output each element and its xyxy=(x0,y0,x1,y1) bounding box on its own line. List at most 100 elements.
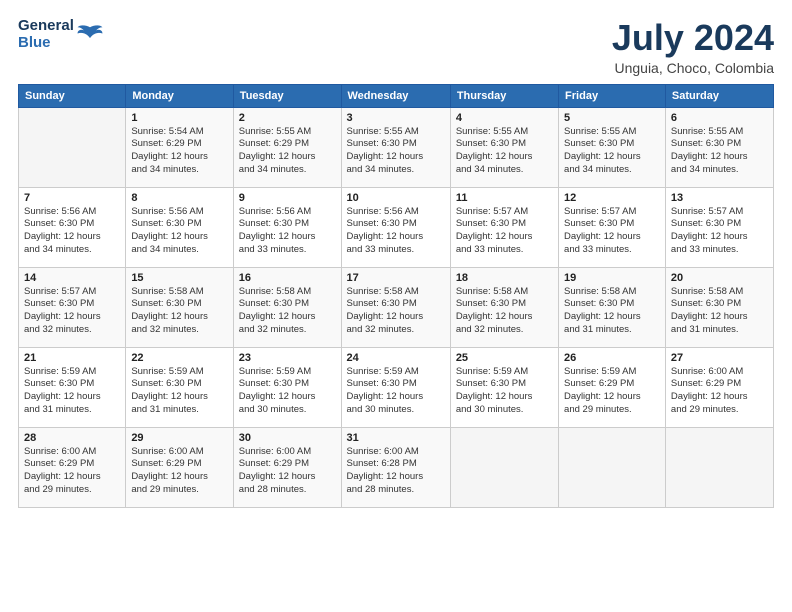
calendar-cell: 29 Sunrise: 6:00 AM Sunset: 6:29 PM Dayli… xyxy=(126,427,233,507)
day-info: Sunrise: 5:56 AM Sunset: 6:30 PM Dayligh… xyxy=(24,206,120,257)
day-number: 26 xyxy=(564,352,660,364)
title-block: July 2024 Unguia, Choco, Colombia xyxy=(612,18,774,76)
day-info: Sunrise: 5:55 AM Sunset: 6:29 PM Dayligh… xyxy=(239,126,336,177)
calendar-week-1: 1 Sunrise: 5:54 AM Sunset: 6:29 PM Daylig… xyxy=(19,107,774,187)
calendar-cell: 25 Sunrise: 5:59 AM Sunset: 6:30 PM Dayli… xyxy=(450,347,558,427)
calendar-cell: 26 Sunrise: 5:59 AM Sunset: 6:29 PM Dayli… xyxy=(559,347,666,427)
day-info: Sunrise: 5:57 AM Sunset: 6:30 PM Dayligh… xyxy=(564,206,660,257)
logo-bird-icon xyxy=(76,24,104,46)
day-info: Sunrise: 5:59 AM Sunset: 6:29 PM Dayligh… xyxy=(564,366,660,417)
day-info: Sunrise: 5:55 AM Sunset: 6:30 PM Dayligh… xyxy=(456,126,553,177)
day-number: 10 xyxy=(347,192,445,204)
calendar-week-5: 28Sunrise: 6:00 AM Sunset: 6:29 PM Dayli… xyxy=(19,427,774,507)
calendar-cell: 9 Sunrise: 5:56 AM Sunset: 6:30 PM Daylig… xyxy=(233,187,341,267)
calendar-cell: 24Sunrise: 5:59 AM Sunset: 6:30 PM Dayli… xyxy=(341,347,450,427)
day-info: Sunrise: 5:57 AM Sunset: 6:30 PM Dayligh… xyxy=(671,206,768,257)
day-number: 16 xyxy=(239,272,336,284)
day-number: 21 xyxy=(24,352,120,364)
calendar-cell: 31 Sunrise: 6:00 AM Sunset: 6:28 PM Dayli… xyxy=(341,427,450,507)
calendar-cell: 17Sunrise: 5:58 AM Sunset: 6:30 PM Dayli… xyxy=(341,267,450,347)
logo: General Blue xyxy=(18,18,104,51)
day-number: 14 xyxy=(24,272,120,284)
day-number: 5 xyxy=(564,112,660,124)
day-info: Sunrise: 6:00 AM Sunset: 6:29 PM Dayligh… xyxy=(131,446,227,497)
day-number: 9 xyxy=(239,192,336,204)
day-info: Sunrise: 6:00 AM Sunset: 6:29 PM Dayligh… xyxy=(239,446,336,497)
calendar-cell: 27Sunrise: 6:00 AM Sunset: 6:29 PM Dayli… xyxy=(665,347,773,427)
calendar-week-2: 7Sunrise: 5:56 AM Sunset: 6:30 PM Daylig… xyxy=(19,187,774,267)
day-info: Sunrise: 5:58 AM Sunset: 6:30 PM Dayligh… xyxy=(347,286,445,337)
day-number: 30 xyxy=(239,432,336,444)
calendar-cell: 20Sunrise: 5:58 AM Sunset: 6:30 PM Dayli… xyxy=(665,267,773,347)
day-info: Sunrise: 5:59 AM Sunset: 6:30 PM Dayligh… xyxy=(456,366,553,417)
calendar-cell: 14 Sunrise: 5:57 AM Sunset: 6:30 PM Dayli… xyxy=(19,267,126,347)
day-number: 3 xyxy=(347,112,445,124)
calendar-cell: 19Sunrise: 5:58 AM Sunset: 6:30 PM Dayli… xyxy=(559,267,666,347)
weekday-header-tuesday: Tuesday xyxy=(233,84,341,107)
day-info: Sunrise: 6:00 AM Sunset: 6:28 PM Dayligh… xyxy=(347,446,445,497)
day-number: 22 xyxy=(131,352,227,364)
calendar-cell: 13 Sunrise: 5:57 AM Sunset: 6:30 PM Dayli… xyxy=(665,187,773,267)
calendar-cell: 15Sunrise: 5:58 AM Sunset: 6:30 PM Dayli… xyxy=(126,267,233,347)
day-number: 31 xyxy=(347,432,445,444)
month-title: July 2024 xyxy=(612,18,774,58)
calendar-cell xyxy=(559,427,666,507)
day-info: Sunrise: 5:58 AM Sunset: 6:30 PM Dayligh… xyxy=(456,286,553,337)
calendar-header-row: SundayMondayTuesdayWednesdayThursdayFrid… xyxy=(19,84,774,107)
day-info: Sunrise: 5:55 AM Sunset: 6:30 PM Dayligh… xyxy=(671,126,768,177)
day-number: 1 xyxy=(131,112,227,124)
calendar-cell: 21Sunrise: 5:59 AM Sunset: 6:30 PM Dayli… xyxy=(19,347,126,427)
calendar-cell: 2 Sunrise: 5:55 AM Sunset: 6:29 PM Daylig… xyxy=(233,107,341,187)
day-number: 13 xyxy=(671,192,768,204)
day-info: Sunrise: 5:57 AM Sunset: 6:30 PM Dayligh… xyxy=(24,286,120,337)
day-info: Sunrise: 6:00 AM Sunset: 6:29 PM Dayligh… xyxy=(671,366,768,417)
day-info: Sunrise: 6:00 AM Sunset: 6:29 PM Dayligh… xyxy=(24,446,120,497)
day-number: 18 xyxy=(456,272,553,284)
calendar-week-3: 14 Sunrise: 5:57 AM Sunset: 6:30 PM Dayli… xyxy=(19,267,774,347)
calendar-cell: 22 Sunrise: 5:59 AM Sunset: 6:30 PM Dayli… xyxy=(126,347,233,427)
day-info: Sunrise: 5:55 AM Sunset: 6:30 PM Dayligh… xyxy=(347,126,445,177)
day-info: Sunrise: 5:54 AM Sunset: 6:29 PM Dayligh… xyxy=(131,126,227,177)
weekday-header-friday: Friday xyxy=(559,84,666,107)
day-number: 2 xyxy=(239,112,336,124)
calendar-cell: 18 Sunrise: 5:58 AM Sunset: 6:30 PM Dayli… xyxy=(450,267,558,347)
calendar-table: SundayMondayTuesdayWednesdayThursdayFrid… xyxy=(18,84,774,508)
day-info: Sunrise: 5:59 AM Sunset: 6:30 PM Dayligh… xyxy=(131,366,227,417)
day-info: Sunrise: 5:57 AM Sunset: 6:30 PM Dayligh… xyxy=(456,206,553,257)
day-number: 25 xyxy=(456,352,553,364)
calendar-cell: 6Sunrise: 5:55 AM Sunset: 6:30 PM Daylig… xyxy=(665,107,773,187)
calendar-cell: 4 Sunrise: 5:55 AM Sunset: 6:30 PM Daylig… xyxy=(450,107,558,187)
calendar-cell: 30 Sunrise: 6:00 AM Sunset: 6:29 PM Dayli… xyxy=(233,427,341,507)
page: General Blue July 2024 Unguia, Choco, Co… xyxy=(0,0,792,612)
day-number: 24 xyxy=(347,352,445,364)
day-number: 11 xyxy=(456,192,553,204)
logo-blue: Blue xyxy=(18,35,74,52)
calendar-cell: 12Sunrise: 5:57 AM Sunset: 6:30 PM Dayli… xyxy=(559,187,666,267)
calendar-week-4: 21 Sunrise: 5:59 AM Sunset: 6:30 PM Dayli… xyxy=(19,347,774,427)
calendar-cell: 10 Sunrise: 5:56 AM Sunset: 6:30 PM Dayli… xyxy=(341,187,450,267)
day-number: 4 xyxy=(456,112,553,124)
day-number: 29 xyxy=(131,432,227,444)
calendar-cell: 3 Sunrise: 5:55 AM Sunset: 6:30 PM Daylig… xyxy=(341,107,450,187)
calendar-cell xyxy=(19,107,126,187)
weekday-header-saturday: Saturday xyxy=(665,84,773,107)
calendar-cell xyxy=(450,427,558,507)
day-info: Sunrise: 5:58 AM Sunset: 6:30 PM Dayligh… xyxy=(239,286,336,337)
weekday-header-monday: Monday xyxy=(126,84,233,107)
day-number: 23 xyxy=(239,352,336,364)
day-number: 19 xyxy=(564,272,660,284)
weekday-header-thursday: Thursday xyxy=(450,84,558,107)
day-info: Sunrise: 5:58 AM Sunset: 6:30 PM Dayligh… xyxy=(131,286,227,337)
calendar-cell: 28Sunrise: 6:00 AM Sunset: 6:29 PM Dayli… xyxy=(19,427,126,507)
day-info: Sunrise: 5:56 AM Sunset: 6:30 PM Dayligh… xyxy=(131,206,227,257)
weekday-header-wednesday: Wednesday xyxy=(341,84,450,107)
calendar-cell: 5Sunrise: 5:55 AM Sunset: 6:30 PM Daylig… xyxy=(559,107,666,187)
day-info: Sunrise: 5:58 AM Sunset: 6:30 PM Dayligh… xyxy=(671,286,768,337)
logo-general: General xyxy=(18,18,74,35)
day-number: 8 xyxy=(131,192,227,204)
day-info: Sunrise: 5:56 AM Sunset: 6:30 PM Dayligh… xyxy=(347,206,445,257)
day-info: Sunrise: 5:56 AM Sunset: 6:30 PM Dayligh… xyxy=(239,206,336,257)
weekday-header-sunday: Sunday xyxy=(19,84,126,107)
calendar-cell: 8 Sunrise: 5:56 AM Sunset: 6:30 PM Daylig… xyxy=(126,187,233,267)
calendar-cell: 1 Sunrise: 5:54 AM Sunset: 6:29 PM Daylig… xyxy=(126,107,233,187)
